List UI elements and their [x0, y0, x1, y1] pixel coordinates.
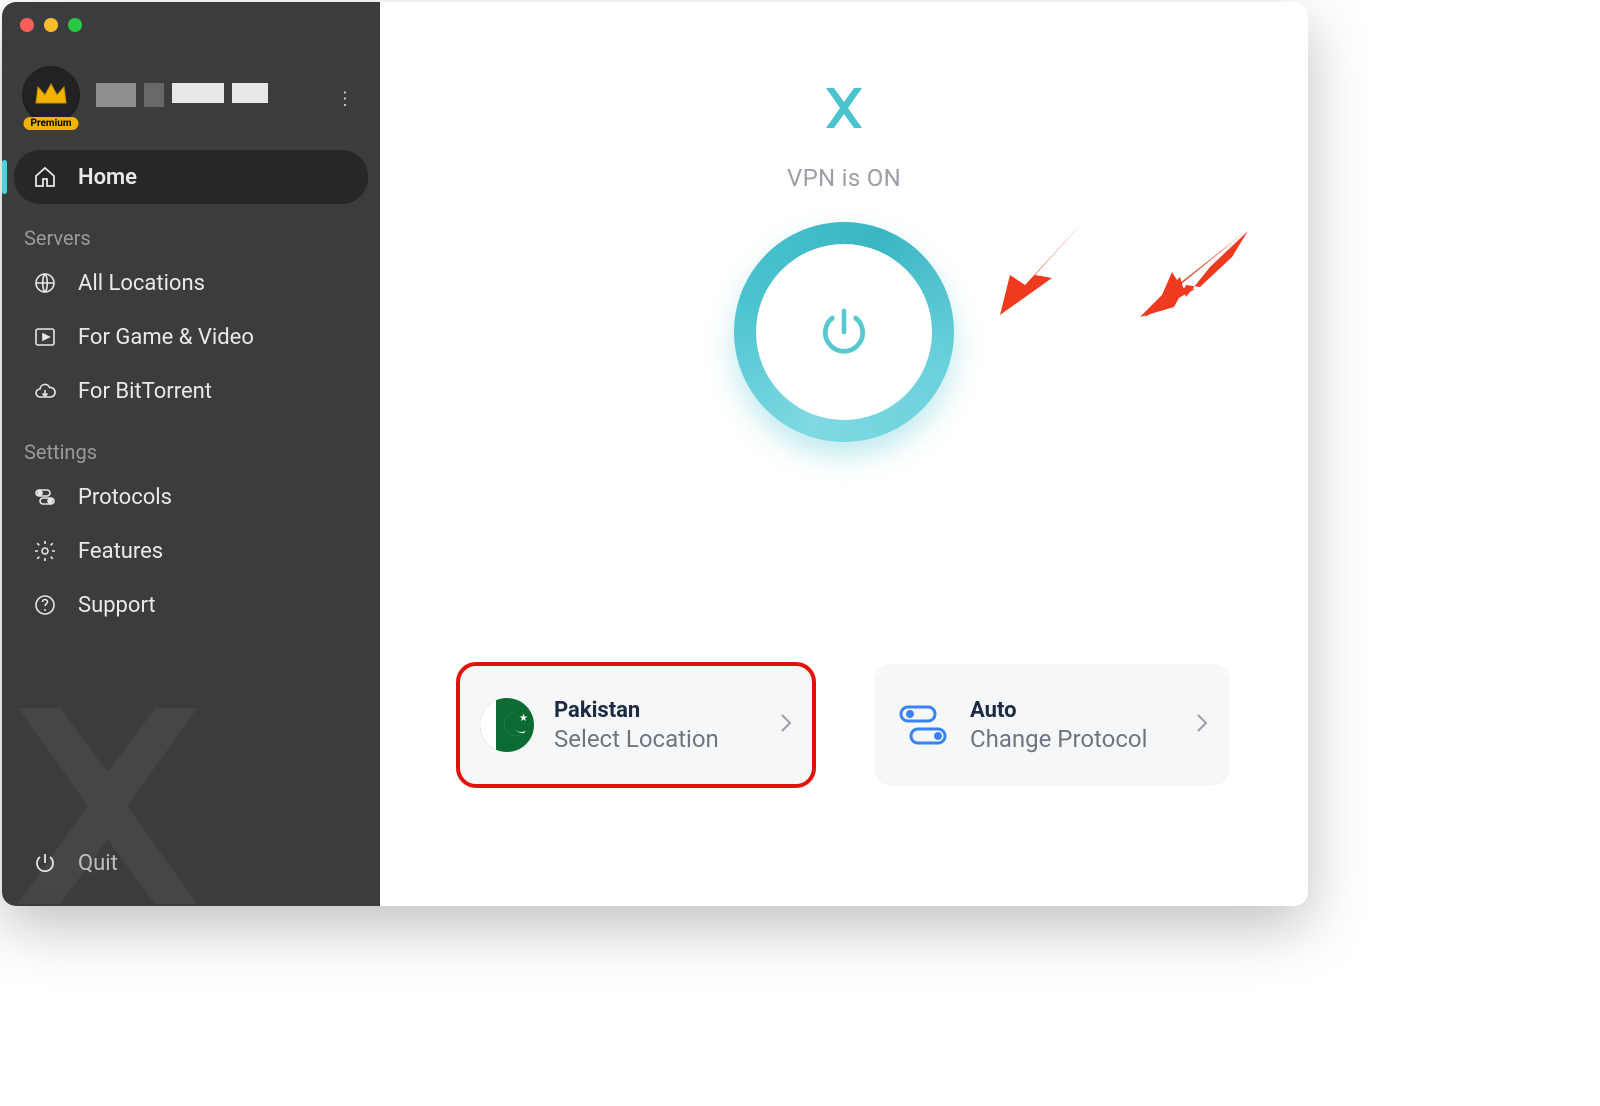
- window-controls: [2, 2, 380, 48]
- home-icon: [32, 164, 58, 190]
- change-protocol-card[interactable]: Auto Change Protocol: [874, 664, 1230, 786]
- nav-home[interactable]: Home: [14, 150, 368, 204]
- nav-home-label: Home: [78, 165, 137, 190]
- connect-toggle-button[interactable]: [734, 222, 954, 442]
- nav-support-label: Support: [78, 593, 156, 618]
- account-more-icon[interactable]: ⋮: [336, 89, 356, 110]
- select-location-card[interactable]: ★ Pakistan Select Location: [458, 664, 814, 786]
- premium-badge: Premium: [24, 117, 79, 130]
- annotation-arrow-icon: [1140, 227, 1250, 317]
- account-name-redacted: [96, 83, 268, 107]
- window-maximize-button[interactable]: [68, 18, 82, 32]
- avatar: Premium: [22, 66, 80, 124]
- nav-protocols-label: Protocols: [78, 485, 172, 510]
- nav-features-label: Features: [78, 539, 163, 564]
- power-icon: [756, 244, 932, 420]
- nav-quit[interactable]: Quit: [2, 826, 380, 906]
- chevron-right-icon: [780, 713, 792, 737]
- account-row[interactable]: Premium ⋮: [2, 48, 380, 150]
- main-panel: VPN is ON: [380, 2, 1308, 906]
- crown-icon: [22, 66, 80, 124]
- bottom-cards: ★ Pakistan Select Location: [380, 664, 1308, 786]
- gear-icon: [32, 538, 58, 564]
- nav-game-video-label: For Game & Video: [78, 325, 254, 350]
- nav-bittorrent-label: For BitTorrent: [78, 379, 212, 404]
- chevron-right-icon: [1196, 713, 1208, 737]
- nav-all-locations-label: All Locations: [78, 271, 205, 296]
- location-subtitle: Select Location: [554, 725, 719, 753]
- vpn-status-text: VPN is ON: [787, 164, 901, 192]
- protocol-title: Auto: [970, 698, 1147, 723]
- app-logo-icon: [818, 82, 870, 138]
- sidebar: Premium ⋮ Home Servers: [2, 2, 380, 906]
- window-close-button[interactable]: [20, 18, 34, 32]
- nav-protocols[interactable]: Protocols: [14, 470, 368, 524]
- nav-all-locations[interactable]: All Locations: [14, 256, 368, 310]
- location-title: Pakistan: [554, 698, 719, 723]
- window-minimize-button[interactable]: [44, 18, 58, 32]
- protocol-toggles-icon: [896, 698, 950, 752]
- play-square-icon: [32, 324, 58, 350]
- nav-features[interactable]: Features: [14, 524, 368, 578]
- section-servers-label: Servers: [2, 204, 380, 256]
- toggles-icon: [32, 484, 58, 510]
- section-settings-label: Settings: [2, 418, 380, 470]
- protocol-subtitle: Change Protocol: [970, 725, 1147, 753]
- help-icon: [32, 592, 58, 618]
- annotation-arrow-icon: [980, 220, 1090, 320]
- globe-icon: [32, 270, 58, 296]
- nav-game-video[interactable]: For Game & Video: [14, 310, 368, 364]
- power-icon: [32, 850, 58, 876]
- nav-bittorrent[interactable]: For BitTorrent: [14, 364, 368, 418]
- nav-support[interactable]: Support: [14, 578, 368, 632]
- cloud-download-icon: [32, 378, 58, 404]
- app-window: Premium ⋮ Home Servers: [2, 2, 1308, 906]
- nav-quit-label: Quit: [78, 851, 118, 876]
- flag-pakistan-icon: ★: [480, 698, 534, 752]
